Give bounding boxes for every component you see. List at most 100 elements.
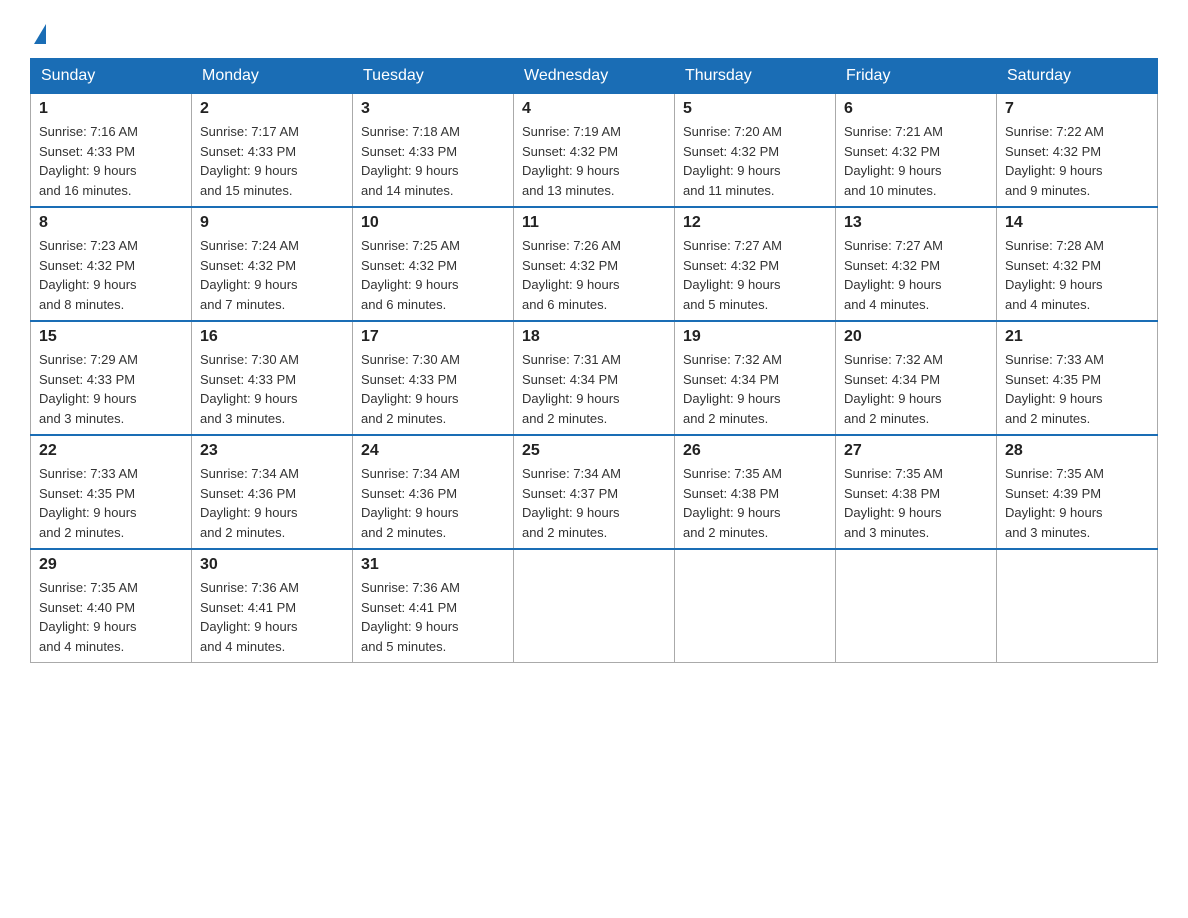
day-info: Sunrise: 7:16 AM Sunset: 4:33 PM Dayligh… <box>39 122 183 200</box>
day-number: 18 <box>522 328 666 346</box>
day-number: 30 <box>200 556 344 574</box>
day-number: 1 <box>39 100 183 118</box>
calendar-week-row: 15 Sunrise: 7:29 AM Sunset: 4:33 PM Dayl… <box>31 321 1158 435</box>
day-info: Sunrise: 7:35 AM Sunset: 4:39 PM Dayligh… <box>1005 464 1149 542</box>
calendar-week-row: 8 Sunrise: 7:23 AM Sunset: 4:32 PM Dayli… <box>31 207 1158 321</box>
day-info: Sunrise: 7:34 AM Sunset: 4:36 PM Dayligh… <box>200 464 344 542</box>
calendar-cell <box>514 549 675 663</box>
day-info: Sunrise: 7:30 AM Sunset: 4:33 PM Dayligh… <box>361 350 505 428</box>
day-info: Sunrise: 7:33 AM Sunset: 4:35 PM Dayligh… <box>39 464 183 542</box>
day-info: Sunrise: 7:35 AM Sunset: 4:38 PM Dayligh… <box>683 464 827 542</box>
day-info: Sunrise: 7:24 AM Sunset: 4:32 PM Dayligh… <box>200 236 344 314</box>
calendar-cell: 28 Sunrise: 7:35 AM Sunset: 4:39 PM Dayl… <box>997 435 1158 549</box>
calendar-cell: 4 Sunrise: 7:19 AM Sunset: 4:32 PM Dayli… <box>514 94 675 208</box>
calendar-cell: 6 Sunrise: 7:21 AM Sunset: 4:32 PM Dayli… <box>836 94 997 208</box>
day-number: 14 <box>1005 214 1149 232</box>
day-number: 12 <box>683 214 827 232</box>
calendar-cell <box>675 549 836 663</box>
day-info: Sunrise: 7:25 AM Sunset: 4:32 PM Dayligh… <box>361 236 505 314</box>
day-info: Sunrise: 7:35 AM Sunset: 4:38 PM Dayligh… <box>844 464 988 542</box>
calendar-week-row: 1 Sunrise: 7:16 AM Sunset: 4:33 PM Dayli… <box>31 94 1158 208</box>
calendar-cell: 18 Sunrise: 7:31 AM Sunset: 4:34 PM Dayl… <box>514 321 675 435</box>
day-number: 8 <box>39 214 183 232</box>
calendar-cell: 17 Sunrise: 7:30 AM Sunset: 4:33 PM Dayl… <box>353 321 514 435</box>
day-info: Sunrise: 7:27 AM Sunset: 4:32 PM Dayligh… <box>683 236 827 314</box>
page-header <box>30 20 1158 48</box>
weekday-header-thursday: Thursday <box>675 59 836 94</box>
weekday-header-saturday: Saturday <box>997 59 1158 94</box>
calendar-week-row: 29 Sunrise: 7:35 AM Sunset: 4:40 PM Dayl… <box>31 549 1158 663</box>
day-info: Sunrise: 7:34 AM Sunset: 4:36 PM Dayligh… <box>361 464 505 542</box>
calendar-week-row: 22 Sunrise: 7:33 AM Sunset: 4:35 PM Dayl… <box>31 435 1158 549</box>
calendar-cell: 30 Sunrise: 7:36 AM Sunset: 4:41 PM Dayl… <box>192 549 353 663</box>
day-info: Sunrise: 7:27 AM Sunset: 4:32 PM Dayligh… <box>844 236 988 314</box>
day-number: 22 <box>39 442 183 460</box>
weekday-header-tuesday: Tuesday <box>353 59 514 94</box>
day-info: Sunrise: 7:36 AM Sunset: 4:41 PM Dayligh… <box>200 578 344 656</box>
day-number: 24 <box>361 442 505 460</box>
calendar-cell: 23 Sunrise: 7:34 AM Sunset: 4:36 PM Dayl… <box>192 435 353 549</box>
day-number: 11 <box>522 214 666 232</box>
day-info: Sunrise: 7:34 AM Sunset: 4:37 PM Dayligh… <box>522 464 666 542</box>
day-info: Sunrise: 7:32 AM Sunset: 4:34 PM Dayligh… <box>844 350 988 428</box>
calendar-cell: 20 Sunrise: 7:32 AM Sunset: 4:34 PM Dayl… <box>836 321 997 435</box>
day-number: 15 <box>39 328 183 346</box>
weekday-header-sunday: Sunday <box>31 59 192 94</box>
day-info: Sunrise: 7:33 AM Sunset: 4:35 PM Dayligh… <box>1005 350 1149 428</box>
calendar-cell: 10 Sunrise: 7:25 AM Sunset: 4:32 PM Dayl… <box>353 207 514 321</box>
weekday-header-monday: Monday <box>192 59 353 94</box>
day-number: 19 <box>683 328 827 346</box>
day-info: Sunrise: 7:17 AM Sunset: 4:33 PM Dayligh… <box>200 122 344 200</box>
calendar-cell: 22 Sunrise: 7:33 AM Sunset: 4:35 PM Dayl… <box>31 435 192 549</box>
calendar-cell: 8 Sunrise: 7:23 AM Sunset: 4:32 PM Dayli… <box>31 207 192 321</box>
day-number: 3 <box>361 100 505 118</box>
calendar-cell: 15 Sunrise: 7:29 AM Sunset: 4:33 PM Dayl… <box>31 321 192 435</box>
day-info: Sunrise: 7:23 AM Sunset: 4:32 PM Dayligh… <box>39 236 183 314</box>
day-number: 23 <box>200 442 344 460</box>
calendar-cell: 29 Sunrise: 7:35 AM Sunset: 4:40 PM Dayl… <box>31 549 192 663</box>
logo-triangle-icon <box>34 24 46 44</box>
calendar-cell: 12 Sunrise: 7:27 AM Sunset: 4:32 PM Dayl… <box>675 207 836 321</box>
day-number: 27 <box>844 442 988 460</box>
calendar-cell: 3 Sunrise: 7:18 AM Sunset: 4:33 PM Dayli… <box>353 94 514 208</box>
day-number: 25 <box>522 442 666 460</box>
day-info: Sunrise: 7:36 AM Sunset: 4:41 PM Dayligh… <box>361 578 505 656</box>
calendar-cell: 21 Sunrise: 7:33 AM Sunset: 4:35 PM Dayl… <box>997 321 1158 435</box>
day-info: Sunrise: 7:32 AM Sunset: 4:34 PM Dayligh… <box>683 350 827 428</box>
day-number: 7 <box>1005 100 1149 118</box>
calendar-cell: 1 Sunrise: 7:16 AM Sunset: 4:33 PM Dayli… <box>31 94 192 208</box>
day-info: Sunrise: 7:29 AM Sunset: 4:33 PM Dayligh… <box>39 350 183 428</box>
calendar-cell: 9 Sunrise: 7:24 AM Sunset: 4:32 PM Dayli… <box>192 207 353 321</box>
day-number: 16 <box>200 328 344 346</box>
day-info: Sunrise: 7:26 AM Sunset: 4:32 PM Dayligh… <box>522 236 666 314</box>
day-number: 9 <box>200 214 344 232</box>
calendar-cell: 11 Sunrise: 7:26 AM Sunset: 4:32 PM Dayl… <box>514 207 675 321</box>
day-number: 17 <box>361 328 505 346</box>
logo <box>30 20 46 48</box>
day-number: 10 <box>361 214 505 232</box>
calendar-cell: 7 Sunrise: 7:22 AM Sunset: 4:32 PM Dayli… <box>997 94 1158 208</box>
day-number: 26 <box>683 442 827 460</box>
day-number: 4 <box>522 100 666 118</box>
calendar-cell: 2 Sunrise: 7:17 AM Sunset: 4:33 PM Dayli… <box>192 94 353 208</box>
day-info: Sunrise: 7:21 AM Sunset: 4:32 PM Dayligh… <box>844 122 988 200</box>
calendar-cell <box>997 549 1158 663</box>
day-info: Sunrise: 7:18 AM Sunset: 4:33 PM Dayligh… <box>361 122 505 200</box>
calendar-cell: 5 Sunrise: 7:20 AM Sunset: 4:32 PM Dayli… <box>675 94 836 208</box>
day-info: Sunrise: 7:22 AM Sunset: 4:32 PM Dayligh… <box>1005 122 1149 200</box>
calendar-cell: 13 Sunrise: 7:27 AM Sunset: 4:32 PM Dayl… <box>836 207 997 321</box>
calendar-cell <box>836 549 997 663</box>
day-info: Sunrise: 7:35 AM Sunset: 4:40 PM Dayligh… <box>39 578 183 656</box>
calendar-table: SundayMondayTuesdayWednesdayThursdayFrid… <box>30 58 1158 663</box>
day-number: 6 <box>844 100 988 118</box>
calendar-cell: 24 Sunrise: 7:34 AM Sunset: 4:36 PM Dayl… <box>353 435 514 549</box>
day-number: 2 <box>200 100 344 118</box>
calendar-cell: 14 Sunrise: 7:28 AM Sunset: 4:32 PM Dayl… <box>997 207 1158 321</box>
day-number: 20 <box>844 328 988 346</box>
day-info: Sunrise: 7:19 AM Sunset: 4:32 PM Dayligh… <box>522 122 666 200</box>
calendar-cell: 31 Sunrise: 7:36 AM Sunset: 4:41 PM Dayl… <box>353 549 514 663</box>
weekday-header-row: SundayMondayTuesdayWednesdayThursdayFrid… <box>31 59 1158 94</box>
calendar-cell: 26 Sunrise: 7:35 AM Sunset: 4:38 PM Dayl… <box>675 435 836 549</box>
weekday-header-wednesday: Wednesday <box>514 59 675 94</box>
day-number: 29 <box>39 556 183 574</box>
